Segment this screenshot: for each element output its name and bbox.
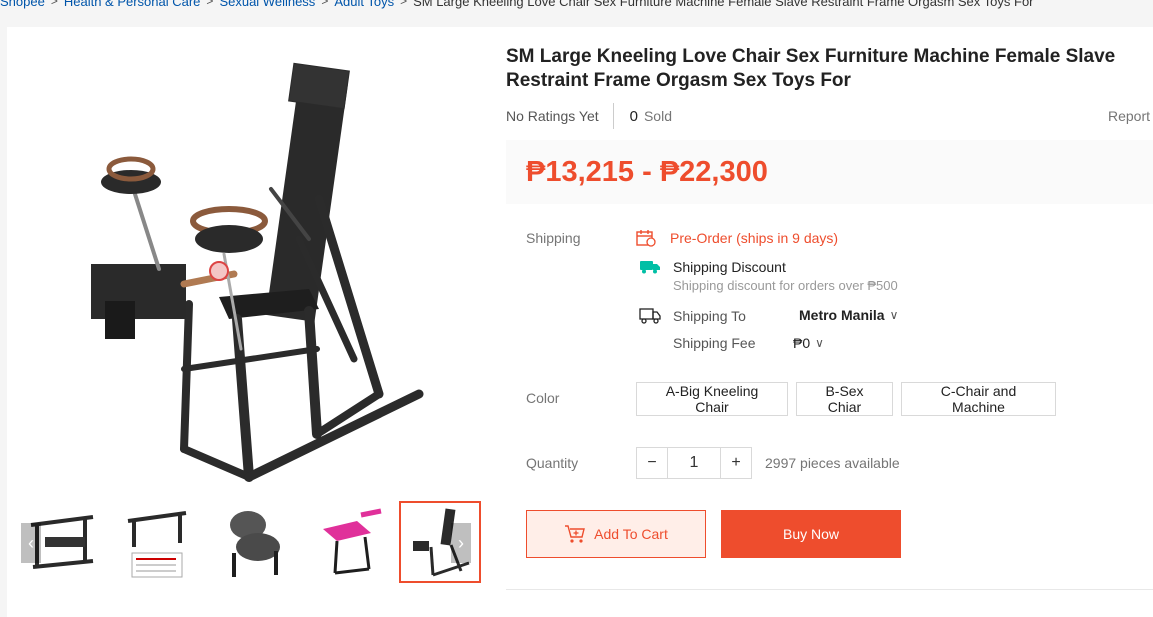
- breadcrumb-current: SM Large Kneeling Love Chair Sex Furnitu…: [413, 0, 1034, 9]
- chevron-left-icon[interactable]: ‹: [21, 523, 41, 563]
- free-shipping-truck-icon: [640, 260, 660, 274]
- thumbnail[interactable]: [210, 501, 292, 583]
- chevron-right-icon: >: [321, 0, 329, 8]
- divider: [506, 589, 1153, 590]
- product-main-image[interactable]: [19, 39, 479, 489]
- chevron-down-icon: ∨: [815, 336, 824, 350]
- breadcrumb-item-sexual-wellness[interactable]: Sexual Wellness: [219, 0, 315, 9]
- quantity-label: Quantity: [526, 455, 579, 471]
- buy-now-button[interactable]: Buy Now: [721, 510, 901, 558]
- breadcrumb-item-health[interactable]: Health & Personal Care: [64, 0, 201, 9]
- add-to-cart-button[interactable]: Add To Cart: [526, 510, 706, 558]
- breadcrumb: Shopee > Health & Personal Care > Sexual…: [0, 0, 1034, 9]
- rating-text: No Ratings Yet: [506, 103, 614, 129]
- color-option-a[interactable]: A-Big Kneeling Chair: [636, 382, 788, 416]
- product-stats: No Ratings Yet 0 Sold Report: [506, 103, 1153, 129]
- preorder-text: Pre-Order (ships in 9 days): [670, 230, 839, 246]
- breadcrumb-item-adult-toys[interactable]: Adult Toys: [334, 0, 394, 9]
- sold-count: 0: [629, 107, 638, 125]
- thumbnail[interactable]: [304, 501, 387, 583]
- preorder-line: Pre-Order (ships in 9 days): [636, 229, 838, 247]
- shipping-to-value: Metro Manila: [799, 307, 885, 323]
- shipping-label: Shipping: [526, 230, 581, 246]
- shipping-fee-label: Shipping Fee: [673, 335, 756, 351]
- shipping-fee-value: ₱0: [793, 335, 811, 351]
- shipping-discount-title: Shipping Discount: [673, 259, 786, 275]
- calendar-icon: [636, 229, 656, 247]
- shipping-discount-sub: Shipping discount for orders over ₱500: [673, 278, 898, 293]
- quantity-stepper: − +: [636, 447, 752, 479]
- chevron-right-icon: >: [400, 0, 408, 8]
- shipping-fee-dropdown[interactable]: ₱0 ∨: [793, 335, 824, 351]
- product-card: ‹ › SM Large Kneeling Love Chair Sex Fur…: [7, 27, 1153, 617]
- chevron-right-icon[interactable]: ›: [451, 523, 471, 563]
- report-link[interactable]: Report: [1108, 108, 1150, 124]
- minus-icon[interactable]: −: [637, 448, 667, 478]
- thumbnail-strip: [21, 501, 481, 583]
- plus-icon[interactable]: +: [721, 448, 751, 478]
- breadcrumb-item-shopee[interactable]: Shopee: [0, 0, 45, 9]
- color-label: Color: [526, 390, 560, 406]
- chevron-down-icon: ∨: [889, 308, 899, 322]
- cart-plus-icon: [564, 524, 586, 544]
- price-box: ₱13,215 - ₱22,300: [506, 140, 1153, 204]
- price-range: ₱13,215 - ₱22,300: [526, 155, 768, 188]
- chevron-right-icon: >: [50, 0, 58, 8]
- thumbnail[interactable]: [115, 501, 198, 583]
- stock-available: 2997 pieces available: [765, 455, 900, 471]
- color-option-b[interactable]: B-Sex Chiar: [796, 382, 893, 416]
- shipping-to: Shipping To: [639, 307, 746, 325]
- shipping-to-label: Shipping To: [673, 308, 746, 324]
- add-to-cart-label: Add To Cart: [594, 526, 668, 542]
- product-title: SM Large Kneeling Love Chair Sex Furnitu…: [506, 46, 1116, 91]
- sold-label: Sold: [643, 108, 672, 124]
- truck-icon: [639, 307, 661, 325]
- quantity-input[interactable]: [667, 448, 721, 478]
- color-option-c[interactable]: C-Chair and Machine: [901, 382, 1056, 416]
- chevron-right-icon: >: [206, 0, 214, 8]
- shipping-to-dropdown[interactable]: Metro Manila ∨: [799, 307, 898, 323]
- shipping-discount: Shipping Discount: [640, 259, 786, 275]
